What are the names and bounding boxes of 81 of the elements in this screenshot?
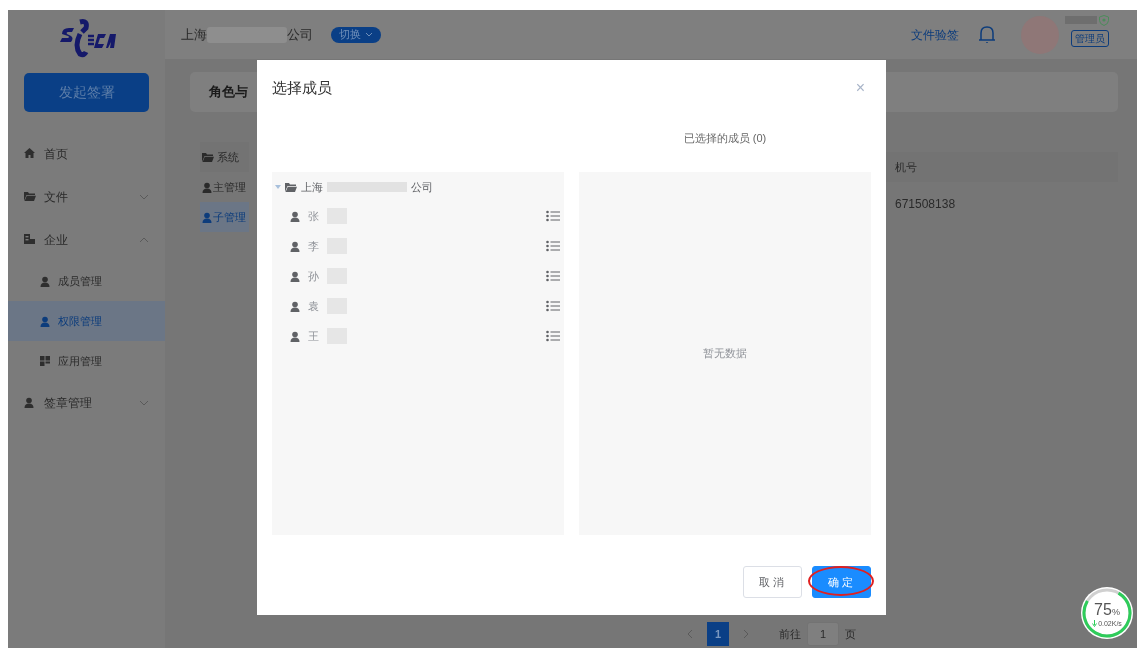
goto-label: 前往 [779, 626, 801, 642]
person-icon [202, 211, 212, 223]
page-label: 页 [845, 626, 856, 642]
empty-message: 暂无数据 [703, 346, 747, 362]
person-icon [290, 270, 300, 282]
sidebar-label: 首页 [44, 145, 69, 163]
person-icon [202, 181, 212, 193]
list-icon [546, 330, 560, 342]
sidebar-label: 文件 [44, 188, 69, 206]
list-icon [546, 210, 560, 222]
tree-node-label: 公司 [411, 179, 433, 195]
person-icon [40, 275, 50, 287]
sidebar-item[interactable]: 企业 [8, 218, 165, 261]
sidebar-item[interactable]: 文件 [8, 175, 165, 218]
sidebar-item[interactable]: 首页 [8, 132, 165, 175]
verify-link[interactable]: 文件验签 [911, 25, 959, 44]
member-item[interactable]: 袁 [272, 291, 564, 321]
cancel-button[interactable]: 取消 [743, 566, 802, 598]
home-icon [24, 148, 36, 159]
role-label: 子管理 [213, 209, 246, 225]
sidebar-subitem[interactable]: 权限管理 [8, 301, 165, 341]
percent-value: 75 [1094, 601, 1112, 618]
sidebar-label: 权限管理 [58, 313, 102, 329]
next-page-icon [743, 629, 749, 639]
person-icon [40, 315, 50, 327]
member-name: 李 [308, 238, 319, 254]
company-name: 上海 [181, 25, 207, 44]
chevron-icon [365, 32, 373, 37]
sidebar-label: 应用管理 [58, 353, 102, 369]
member-name: 王 [308, 328, 319, 344]
card-title: 角色与 [209, 83, 248, 102]
tree-node-label: 上海 [301, 179, 323, 195]
role-badge: 管理员 [1071, 29, 1109, 47]
sidebar-label: 签章管理 [44, 394, 93, 412]
folder-icon [24, 191, 36, 202]
caret-icon [275, 185, 281, 189]
person-icon [24, 397, 36, 408]
tree-node[interactable]: 上海 公司 [272, 178, 564, 196]
member-item[interactable]: 王 [272, 321, 564, 351]
member-item[interactable]: 李 [272, 231, 564, 261]
building-icon [24, 234, 36, 245]
close-button[interactable]: × [855, 80, 871, 96]
start-signing-button[interactable]: 发起签署 [24, 73, 149, 112]
person-icon [290, 210, 300, 222]
role-item[interactable]: 主管理 [200, 172, 249, 202]
download-arrow-icon [1092, 619, 1098, 627]
list-icon [546, 240, 560, 252]
member-name: 孙 [308, 268, 319, 284]
person-icon [290, 330, 300, 342]
member-item[interactable]: 张 [272, 201, 564, 231]
list-icon [546, 300, 560, 312]
member-name: 袁 [308, 298, 319, 314]
sidebar-label: 企业 [44, 231, 69, 249]
selected-members-heading: 已选择的成员 (0) [682, 131, 768, 146]
company-name: 公司 [287, 25, 313, 44]
member-name: 张 [308, 208, 319, 224]
percent-unit: % [1111, 607, 1120, 617]
sidebar-item[interactable]: 签章管理 [8, 381, 165, 424]
member-item[interactable]: 孙 [272, 261, 564, 291]
prev-page-icon [687, 629, 693, 639]
sidebar-label: 成员管理 [58, 273, 102, 289]
switch-button[interactable]: 切换 [331, 26, 381, 43]
table-cell-text: 671508138 [895, 196, 956, 213]
roles-label: 系统 [217, 149, 239, 165]
person-icon [290, 300, 300, 312]
dialog-title: 选择成员 [272, 77, 332, 98]
page-input[interactable]: 1 [807, 622, 839, 646]
confirm-button[interactable]: 确定 [812, 566, 871, 598]
folder-icon [285, 182, 297, 192]
grid-icon [40, 355, 50, 367]
shield-icon [1099, 14, 1109, 26]
role-item[interactable]: 子管理 [200, 202, 249, 232]
sidebar-subitem[interactable]: 成员管理 [8, 261, 165, 301]
sidebar-subitem[interactable]: 应用管理 [8, 341, 165, 381]
column-header: 机号 [895, 159, 917, 175]
page-button[interactable]: 1 [707, 622, 729, 646]
person-icon [290, 240, 300, 252]
list-icon [546, 270, 560, 282]
role-label: 主管理 [213, 179, 246, 195]
bell-icon[interactable] [977, 24, 997, 45]
folder-icon [202, 152, 214, 162]
